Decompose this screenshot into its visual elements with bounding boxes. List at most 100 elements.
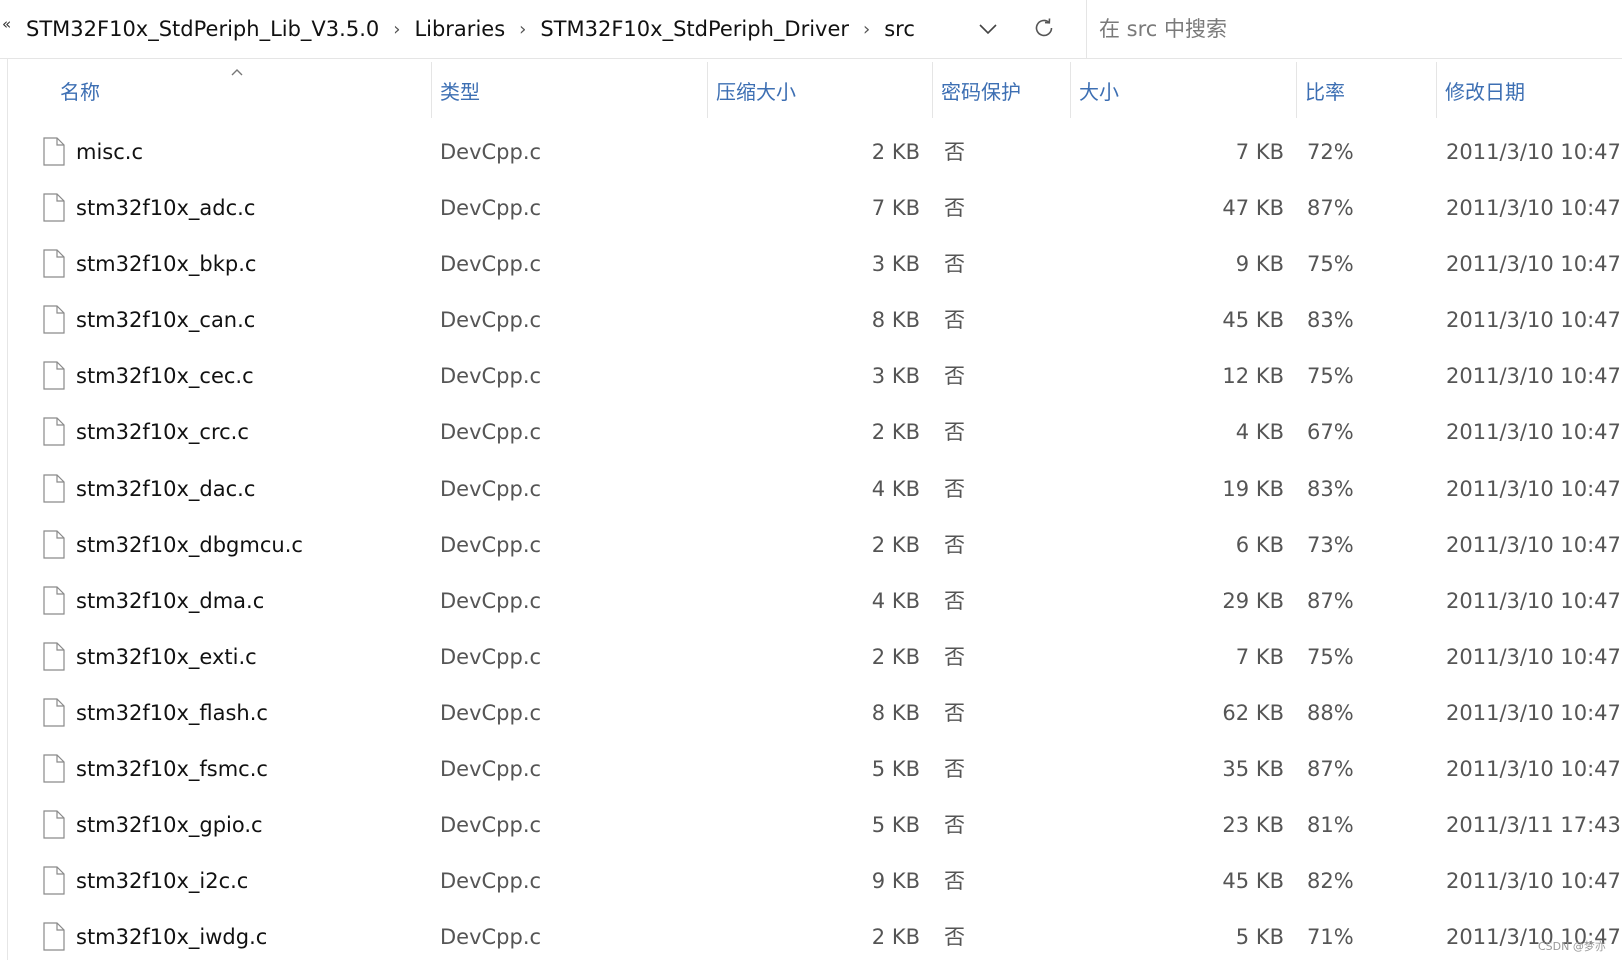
file-compressed-size: 2 KB	[871, 140, 920, 164]
file-row[interactable]: stm32f10x_fsmc.c DevCpp.c 5 KB 否 35 KB 8…	[0, 741, 1622, 797]
file-icon	[43, 530, 65, 559]
column-header-ratio-label: 比率	[1305, 79, 1345, 104]
file-modified: 2011/3/10 10:47	[1446, 757, 1621, 782]
file-size: 6 KB	[1235, 532, 1284, 557]
file-ratio: 75%	[1307, 364, 1354, 389]
file-icon	[43, 193, 65, 222]
file-icon	[43, 810, 65, 839]
file-row[interactable]: stm32f10x_cec.c DevCpp.c 3 KB 否 12 KB 75…	[0, 348, 1622, 404]
refresh-icon	[1035, 18, 1053, 37]
column-header-size-label: 大小	[1079, 79, 1119, 104]
file-row[interactable]: stm32f10x_exti.c DevCpp.c 2 KB 否 7 KB 75…	[0, 629, 1622, 685]
file-size: 7 KB	[1235, 140, 1284, 164]
file-size: 9 KB	[1235, 252, 1284, 277]
file-list: misc.c DevCpp.c 2 KB 否 7 KB 72% 2011/3/1…	[0, 124, 1622, 965]
file-compressed-size: 9 KB	[871, 869, 920, 894]
file-password-protected: 否	[944, 364, 965, 389]
column-header-compressed-size[interactable]: 压缩大小	[708, 62, 933, 118]
file-password-protected: 否	[944, 196, 965, 221]
chevron-right-icon[interactable]: ›	[859, 19, 874, 40]
file-type: DevCpp.c	[440, 308, 542, 333]
address-dropdown-button[interactable]	[972, 13, 1004, 45]
file-name: stm32f10x_crc.c	[76, 420, 249, 445]
file-icon	[43, 754, 65, 783]
file-ratio: 88%	[1307, 700, 1354, 725]
file-row[interactable]: stm32f10x_crc.c DevCpp.c 2 KB 否 4 KB 67%…	[0, 404, 1622, 460]
file-row[interactable]: stm32f10x_bkp.c DevCpp.c 3 KB 否 9 KB 75%…	[0, 236, 1622, 292]
file-compressed-size: 2 KB	[871, 532, 920, 557]
file-name: stm32f10x_fsmc.c	[76, 757, 268, 782]
column-header-ratio[interactable]: 比率	[1297, 62, 1437, 118]
file-compressed-size: 5 KB	[871, 813, 920, 838]
file-ratio: 83%	[1307, 308, 1354, 333]
refresh-button[interactable]	[1026, 10, 1062, 46]
file-size: 12 KB	[1222, 364, 1284, 389]
file-compressed-size: 8 KB	[871, 308, 920, 333]
file-password-protected: 否	[944, 476, 965, 501]
file-ratio: 67%	[1307, 420, 1354, 445]
column-header-password[interactable]: 密码保护	[933, 62, 1071, 118]
file-modified: 2011/3/10 10:47	[1446, 532, 1621, 557]
column-header-name-label: 名称	[60, 79, 100, 104]
file-row[interactable]: stm32f10x_can.c DevCpp.c 8 KB 否 45 KB 83…	[0, 292, 1622, 348]
breadcrumb: « STM32F10x_StdPeriph_Lib_V3.5.0 › Libra…	[0, 0, 1000, 58]
file-modified: 2011/3/10 10:47	[1446, 588, 1621, 613]
file-icon	[43, 249, 65, 278]
file-ratio: 87%	[1307, 757, 1354, 782]
file-password-protected: 否	[944, 757, 965, 782]
file-compressed-size: 7 KB	[871, 196, 920, 221]
file-row[interactable]: stm32f10x_gpio.c DevCpp.c 5 KB 否 23 KB 8…	[0, 797, 1622, 853]
file-ratio: 87%	[1307, 196, 1354, 221]
column-header-password-label: 密码保护	[941, 79, 1021, 104]
file-icon	[43, 417, 65, 447]
double-chevron-left-icon[interactable]: «	[2, 15, 16, 33]
file-modified: 2011/3/10 10:47	[1446, 140, 1621, 164]
file-icon	[43, 698, 65, 727]
column-header-type[interactable]: 类型	[432, 62, 708, 118]
file-row[interactable]: stm32f10x_dbgmcu.c DevCpp.c 2 KB 否 6 KB …	[0, 517, 1622, 573]
file-type: DevCpp.c	[440, 532, 542, 557]
file-modified: 2011/3/10 10:47	[1446, 196, 1621, 221]
file-password-protected: 否	[944, 700, 965, 725]
breadcrumb-item-lib[interactable]: STM32F10x_StdPeriph_Lib_V3.5.0	[16, 17, 389, 41]
file-compressed-size: 4 KB	[871, 588, 920, 613]
column-header-size[interactable]: 大小	[1071, 62, 1297, 118]
file-icon	[43, 473, 65, 503]
file-row[interactable]: stm32f10x_flash.c DevCpp.c 8 KB 否 62 KB …	[0, 685, 1622, 741]
file-modified: 2011/3/10 10:47	[1446, 644, 1621, 669]
column-header-modified-label: 修改日期	[1445, 79, 1525, 104]
file-size: 45 KB	[1222, 308, 1284, 333]
file-name: stm32f10x_dac.c	[76, 476, 256, 501]
file-password-protected: 否	[944, 252, 965, 277]
column-header-type-label: 类型	[440, 79, 480, 104]
search-input[interactable]	[1087, 0, 1622, 58]
file-compressed-size: 8 KB	[871, 700, 920, 725]
file-size: 29 KB	[1222, 588, 1284, 613]
file-name: stm32f10x_bkp.c	[76, 252, 257, 277]
breadcrumb-item-src[interactable]: src	[874, 17, 925, 41]
file-row[interactable]: misc.c DevCpp.c 2 KB 否 7 KB 72% 2011/3/1…	[0, 124, 1622, 180]
file-row[interactable]: stm32f10x_iwdg.c DevCpp.c 2 KB 否 5 KB 71…	[0, 909, 1622, 965]
breadcrumb-item-driver[interactable]: STM32F10x_StdPeriph_Driver	[530, 17, 859, 41]
file-row[interactable]: stm32f10x_adc.c DevCpp.c 7 KB 否 47 KB 87…	[0, 180, 1622, 236]
file-size: 23 KB	[1222, 813, 1284, 838]
chevron-right-icon[interactable]: ›	[389, 19, 404, 40]
file-row[interactable]: stm32f10x_dac.c DevCpp.c 4 KB 否 19 KB 83…	[0, 461, 1622, 517]
file-name: stm32f10x_dma.c	[76, 588, 265, 613]
file-modified: 2011/3/10 10:47	[1446, 420, 1621, 445]
file-type: DevCpp.c	[440, 813, 542, 838]
file-name: misc.c	[76, 140, 143, 164]
column-header-modified[interactable]: 修改日期	[1437, 62, 1622, 118]
file-password-protected: 否	[944, 588, 965, 613]
chevron-right-icon[interactable]: ›	[515, 19, 530, 40]
file-row[interactable]: stm32f10x_i2c.c DevCpp.c 9 KB 否 45 KB 82…	[0, 853, 1622, 909]
file-size: 19 KB	[1222, 476, 1284, 501]
file-compressed-size: 2 KB	[871, 420, 920, 445]
file-icon	[43, 922, 65, 951]
file-size: 7 KB	[1235, 644, 1284, 669]
breadcrumb-item-libraries[interactable]: Libraries	[404, 17, 515, 41]
chevron-down-icon	[979, 24, 997, 35]
file-type: DevCpp.c	[440, 869, 542, 894]
file-row[interactable]: stm32f10x_dma.c DevCpp.c 4 KB 否 29 KB 87…	[0, 573, 1622, 629]
file-password-protected: 否	[944, 925, 965, 950]
